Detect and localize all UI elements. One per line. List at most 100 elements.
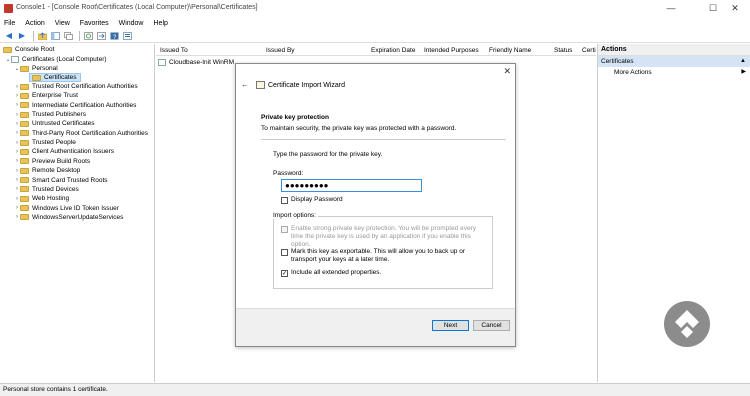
menu-view[interactable]: View	[55, 20, 70, 27]
tree-item-certificates-local[interactable]: ⌄ Certificates (Local Computer)	[5, 55, 107, 64]
toolbar: ◀ ▶ ?	[0, 29, 750, 43]
minimize-button[interactable]: —	[656, 2, 686, 15]
list-item[interactable]: Cloudbase-Init WinRM	[158, 59, 234, 66]
window-title: Console1 - [Console Root\Certificates (L…	[16, 4, 258, 11]
help-icon[interactable]: ?	[109, 31, 119, 41]
cancel-button[interactable]: Cancel	[473, 320, 510, 331]
tree-item-label: Third-Party Root Certification Authoriti…	[32, 129, 148, 137]
column-certificate-template[interactable]: Certi	[582, 47, 596, 54]
tree-item-store[interactable]: › Trusted Publishers	[14, 110, 86, 119]
column-intended-purposes[interactable]: Intended Purposes	[424, 47, 479, 54]
tree-item-store[interactable]: › Windows Live ID Token Issuer	[14, 204, 119, 213]
tree-item-label: Trusted Devices	[32, 185, 79, 193]
tree-item-store[interactable]: › Preview Build Roots	[14, 157, 90, 166]
tree-item-store[interactable]: › Remote Desktop	[14, 166, 80, 175]
show-tree-icon[interactable]	[50, 31, 60, 41]
strong-protection-label: Enable strong private key protection. Yo…	[291, 225, 476, 248]
menu-window[interactable]: Window	[119, 20, 144, 27]
folder-icon	[20, 214, 29, 221]
tree-item-label: Console Root	[15, 46, 55, 53]
certificate-store-icon	[11, 56, 19, 63]
tree-item-store[interactable]: › Trusted Devices	[14, 185, 79, 194]
strong-protection-checkbox	[281, 226, 288, 233]
tree-item-label: Preview Build Roots	[32, 157, 91, 165]
column-issued-by[interactable]: Issued By	[266, 47, 295, 54]
tree-item-store[interactable]: › Third-Party Root Certification Authorit…	[14, 129, 148, 138]
next-button[interactable]: Next	[432, 320, 469, 331]
actions-title: Actions	[598, 44, 750, 56]
menu-help[interactable]: Help	[154, 20, 168, 27]
section-heading: Private key protection	[261, 114, 329, 121]
title-bar: Console1 - [Console Root\Certificates (L…	[0, 0, 750, 17]
folder-icon	[32, 74, 41, 81]
dialog-header: Private key protection To maintain secur…	[261, 114, 506, 132]
menu-favorites[interactable]: Favorites	[80, 20, 109, 27]
back-button[interactable]: ◀	[4, 31, 14, 41]
exportable-checkbox[interactable]	[281, 249, 288, 256]
section-description: To maintain security, the private key wa…	[261, 125, 457, 132]
tree-item-label: Certificates	[44, 74, 77, 81]
tree-item-label: Personal	[32, 65, 58, 72]
menu-action[interactable]: Action	[25, 20, 44, 27]
tree-item-label: Untrusted Certificates	[32, 120, 95, 128]
actions-section-certificates[interactable]: Certificates ▲	[598, 56, 750, 67]
certificate-icon	[158, 59, 166, 66]
menu-file[interactable]: File	[4, 20, 15, 27]
exportable-label: Mark this key as exportable. This will a…	[291, 248, 466, 263]
tree-item-store[interactable]: › Web Hosting	[14, 194, 69, 203]
folder-up-icon[interactable]	[37, 31, 47, 41]
tree-item-store[interactable]: › Trusted People	[14, 138, 76, 147]
folder-icon	[20, 205, 29, 212]
dialog-close-button[interactable]: ✕	[503, 66, 511, 77]
tree-item-label: Certificates (Local Computer)	[22, 56, 107, 63]
more-actions-item[interactable]: More Actions ▶	[598, 67, 750, 78]
copy-icon[interactable]	[63, 31, 73, 41]
export-icon[interactable]	[96, 31, 106, 41]
dialog-title: Certificate Import Wizard	[268, 82, 346, 89]
folder-icon	[20, 92, 29, 99]
certificate-icon	[256, 81, 265, 89]
forward-button[interactable]: ▶	[17, 31, 27, 41]
folder-icon	[20, 111, 29, 118]
parspack-logo	[580, 300, 710, 355]
password-input[interactable]: ●●●●●●●●●	[281, 179, 422, 192]
back-arrow-icon[interactable]: ←	[241, 80, 249, 89]
column-friendly-name[interactable]: Friendly Name	[489, 47, 531, 54]
tree-item-label: Trusted Publishers	[32, 111, 86, 119]
collapse-up-icon[interactable]: ▲	[740, 56, 746, 67]
password-prompt: Type the password for the private key.	[273, 151, 383, 158]
folder-icon	[20, 195, 29, 202]
extended-properties-checkbox[interactable]: ✓	[281, 270, 288, 277]
column-status[interactable]: Status	[554, 47, 572, 54]
properties-icon[interactable]	[122, 31, 132, 41]
column-expiration-date[interactable]: Expiration Date	[371, 47, 415, 54]
tree-item-label: Remote Desktop	[32, 167, 81, 175]
tree-item-store[interactable]: › WindowsServerUpdateServices	[14, 213, 123, 222]
folder-icon	[20, 130, 29, 137]
column-issued-to[interactable]: Issued To	[160, 47, 188, 54]
mmc-window: Console1 - [Console Root\Certificates (L…	[0, 0, 750, 396]
list-header: Issued To Issued By Expiration Date Inte…	[156, 44, 596, 56]
tree-item-store[interactable]: › Intermediate Certification Authorities	[14, 101, 136, 110]
issued-to-cell: Cloudbase-Init WinRM	[169, 59, 235, 66]
tree-item-label: Client Authentication Issuers	[32, 148, 115, 156]
close-button[interactable]: ✕	[720, 2, 750, 15]
tree-item-store[interactable]: › Trusted Root Certification Authorities	[14, 82, 138, 91]
extended-properties-label: Include all extended properties.	[291, 269, 382, 276]
tree-item-label: Web Hosting	[32, 195, 70, 203]
display-password-checkbox[interactable]	[281, 197, 288, 204]
tree-item-store[interactable]: › Client Authentication Issuers	[14, 147, 114, 156]
refresh-icon[interactable]	[83, 31, 93, 41]
tree-item-label: Trusted People	[32, 139, 76, 147]
tree-item-certificates-selected[interactable]: Certificates	[29, 73, 81, 82]
tree-item-store[interactable]: › Smart Card Trusted Roots	[14, 176, 108, 185]
tree-item-store[interactable]: › Enterprise Trust	[14, 91, 78, 100]
tree-item-store[interactable]: › Untrusted Certificates	[14, 119, 95, 128]
certificate-import-wizard: ✕ ← Certificate Import Wizard Private ke…	[235, 63, 516, 347]
tree-item-personal[interactable]: ⌄ Personal	[14, 64, 58, 73]
tree-item-label: Trusted Root Certification Authorities	[32, 83, 138, 90]
tree-item-console-root[interactable]: Console Root	[3, 45, 54, 54]
menu-bar: File Action View Favorites Window Help	[0, 17, 750, 29]
display-password-label: Display Password	[291, 196, 343, 203]
actions-section-label: Certificates	[601, 58, 634, 65]
